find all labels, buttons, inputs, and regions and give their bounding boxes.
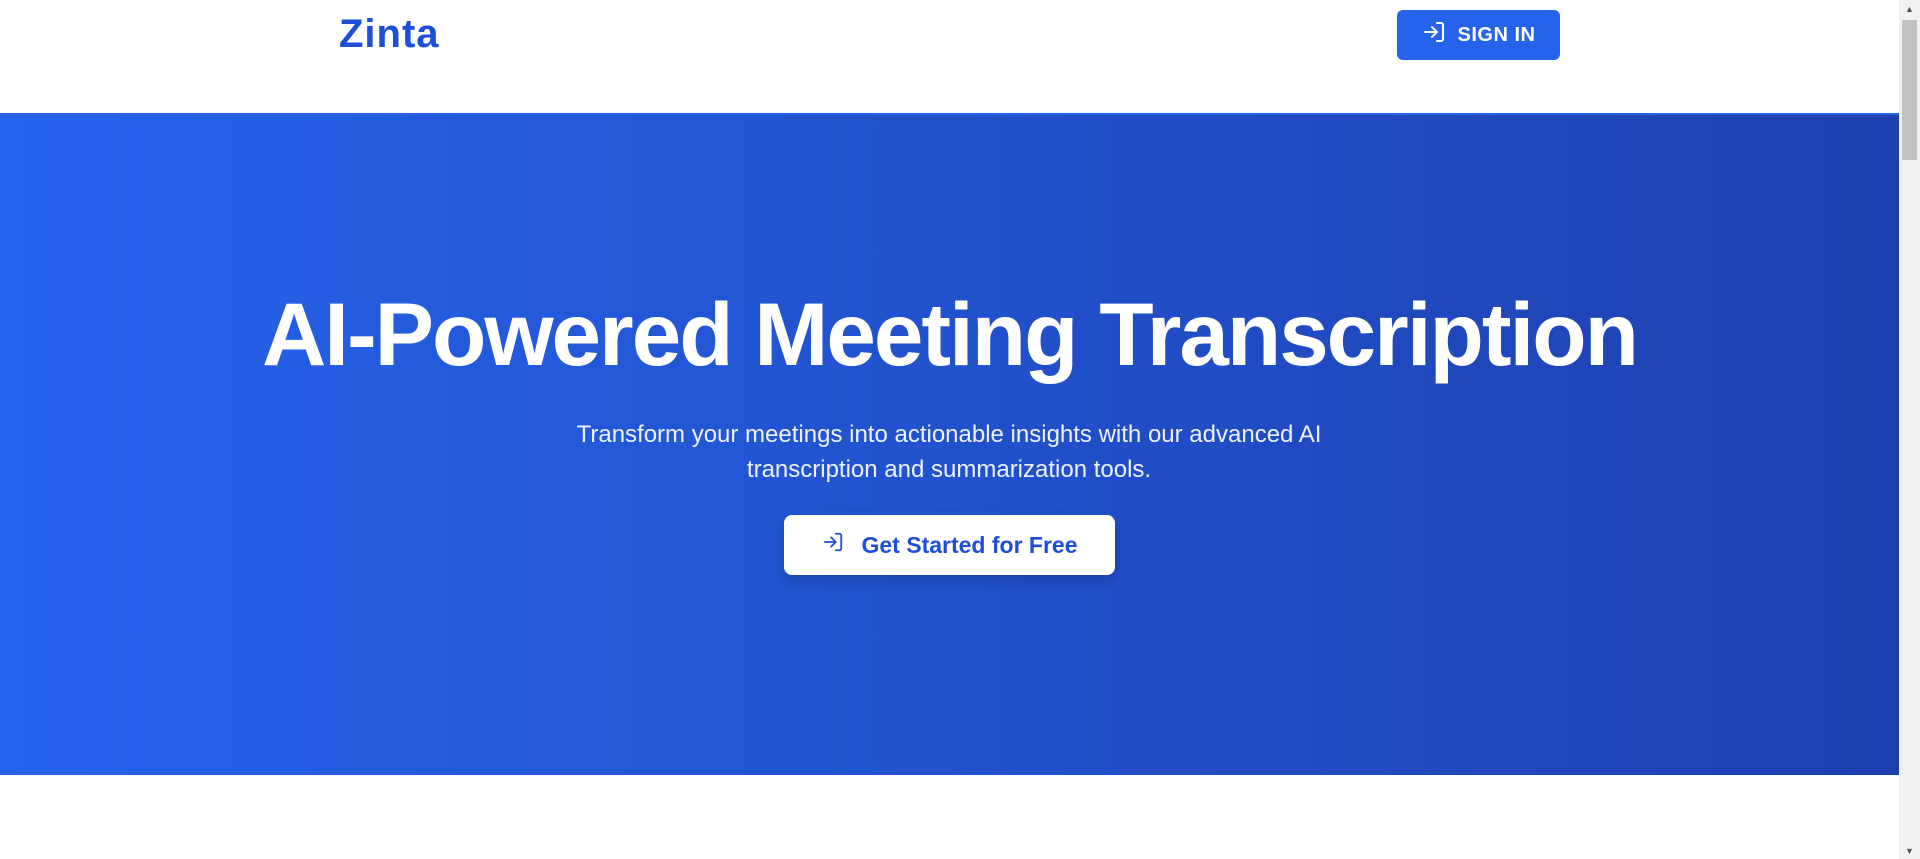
scroll-up-arrow-icon[interactable]: ▲: [1899, 0, 1920, 17]
scrollbar-thumb[interactable]: [1902, 20, 1917, 160]
page: Zinta SIGN IN AI-Powered Meeting Transcr…: [0, 0, 1899, 859]
site-header: Zinta SIGN IN: [0, 0, 1899, 115]
sign-in-label: SIGN IN: [1457, 23, 1536, 46]
hero-title: AI-Powered Meeting Transcription: [261, 284, 1639, 384]
get-started-button[interactable]: Get Started for Free: [784, 515, 1115, 575]
vertical-scrollbar[interactable]: ▲ ▼: [1899, 0, 1920, 859]
sign-in-icon: [822, 531, 844, 559]
hero-subtitle: Transform your meetings into actionable …: [576, 421, 1322, 483]
get-started-label: Get Started for Free: [861, 531, 1078, 558]
sign-in-button[interactable]: SIGN IN: [1397, 10, 1560, 60]
scroll-down-arrow-icon[interactable]: ▼: [1899, 842, 1920, 859]
hero-section: AI-Powered Meeting Transcription Transfo…: [0, 115, 1899, 775]
sign-in-icon: [1422, 20, 1446, 50]
logo[interactable]: Zinta: [339, 12, 440, 57]
